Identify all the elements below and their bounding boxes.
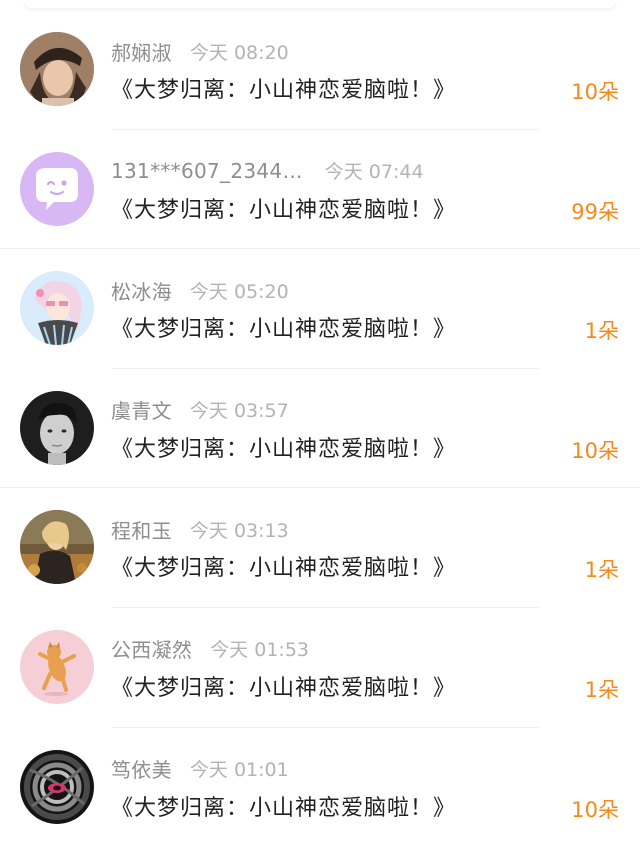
gift-row[interactable]: 郝娴淑 今天 08:20 《大梦归离：小山神恋爱脑啦！》 10朵 <box>0 10 640 130</box>
user-avatar[interactable] <box>20 749 94 824</box>
flower-count: 10朵 <box>571 797 619 822</box>
user-name[interactable]: 笃依美 <box>111 754 172 783</box>
user-name[interactable]: 松冰海 <box>111 276 172 305</box>
gift-time: 今天 05:20 <box>189 280 289 303</box>
flower-count: 99朵 <box>571 199 619 224</box>
user-avatar[interactable] <box>20 271 94 346</box>
gift-meta: 郝娴淑 今天 08:20 <box>111 37 289 66</box>
book-title: 《大梦归离：小山神恋爱脑啦！》 <box>111 795 457 821</box>
user-avatar[interactable] <box>20 390 94 465</box>
flower-count: 10朵 <box>571 438 619 463</box>
user-avatar[interactable] <box>20 510 94 585</box>
user-name[interactable]: 公西凝然 <box>111 634 192 663</box>
book-title: 《大梦归离：小山神恋爱脑啦！》 <box>111 675 457 701</box>
user-avatar[interactable] <box>20 151 94 226</box>
flower-count: 1朵 <box>584 558 619 583</box>
user-name[interactable]: 131***607_2344… <box>111 159 303 183</box>
gift-time: 今天 01:01 <box>189 759 289 782</box>
top-card-edge <box>24 0 616 8</box>
gift-row[interactable]: 131***607_2344… 今天 07:44 《大梦归离：小山神恋爱脑啦！》… <box>0 130 640 250</box>
gift-row[interactable]: 公西凝然 今天 01:53 《大梦归离：小山神恋爱脑啦！》 1朵 <box>0 608 640 728</box>
book-title: 《大梦归离：小山神恋爱脑啦！》 <box>111 556 457 582</box>
user-avatar[interactable] <box>20 32 94 106</box>
gift-meta: 松冰海 今天 05:20 <box>111 276 289 305</box>
gift-row[interactable]: 松冰海 今天 05:20 《大梦归离：小山神恋爱脑啦！》 1朵 <box>0 249 640 369</box>
flower-count: 1朵 <box>584 677 619 702</box>
gift-meta: 程和玉 今天 03:13 <box>111 515 289 544</box>
user-avatar[interactable] <box>20 629 94 704</box>
gift-list: 郝娴淑 今天 08:20 《大梦归离：小山神恋爱脑啦！》 10朵 131***6… <box>0 10 640 847</box>
gift-time: 今天 08:20 <box>189 41 289 64</box>
gift-meta: 虞青文 今天 03:57 <box>111 397 289 423</box>
gift-time: 今天 03:57 <box>189 400 289 423</box>
flower-count: 10朵 <box>571 80 619 104</box>
user-name[interactable]: 郝娴淑 <box>111 37 172 66</box>
gift-row[interactable]: 程和玉 今天 03:13 《大梦归离：小山神恋爱脑啦！》 1朵 <box>0 488 640 608</box>
gift-time: 今天 07:44 <box>324 161 424 184</box>
book-title: 《大梦归离：小山神恋爱脑啦！》 <box>111 436 457 462</box>
gift-time: 今天 01:53 <box>210 639 309 662</box>
book-title: 《大梦归离：小山神恋爱脑啦！》 <box>111 317 457 343</box>
user-name[interactable]: 虞青文 <box>111 395 172 424</box>
user-name[interactable]: 程和玉 <box>111 515 172 544</box>
book-title: 《大梦归离：小山神恋爱脑啦！》 <box>111 197 457 223</box>
flower-count: 1朵 <box>584 319 619 344</box>
gift-meta: 公西凝然 今天 01:53 <box>111 636 309 662</box>
gift-meta: 131***607_2344… 今天 07:44 <box>111 158 424 184</box>
gift-row[interactable]: 笃依美 今天 01:01 《大梦归离：小山神恋爱脑啦！》 10朵 <box>0 728 640 847</box>
gift-time: 今天 03:13 <box>189 519 289 542</box>
gift-row[interactable]: 虞青文 今天 03:57 《大梦归离：小山神恋爱脑啦！》 10朵 <box>0 369 640 489</box>
book-title: 《大梦归离：小山神恋爱脑啦！》 <box>111 78 457 103</box>
gift-meta: 笃依美 今天 01:01 <box>111 756 289 782</box>
